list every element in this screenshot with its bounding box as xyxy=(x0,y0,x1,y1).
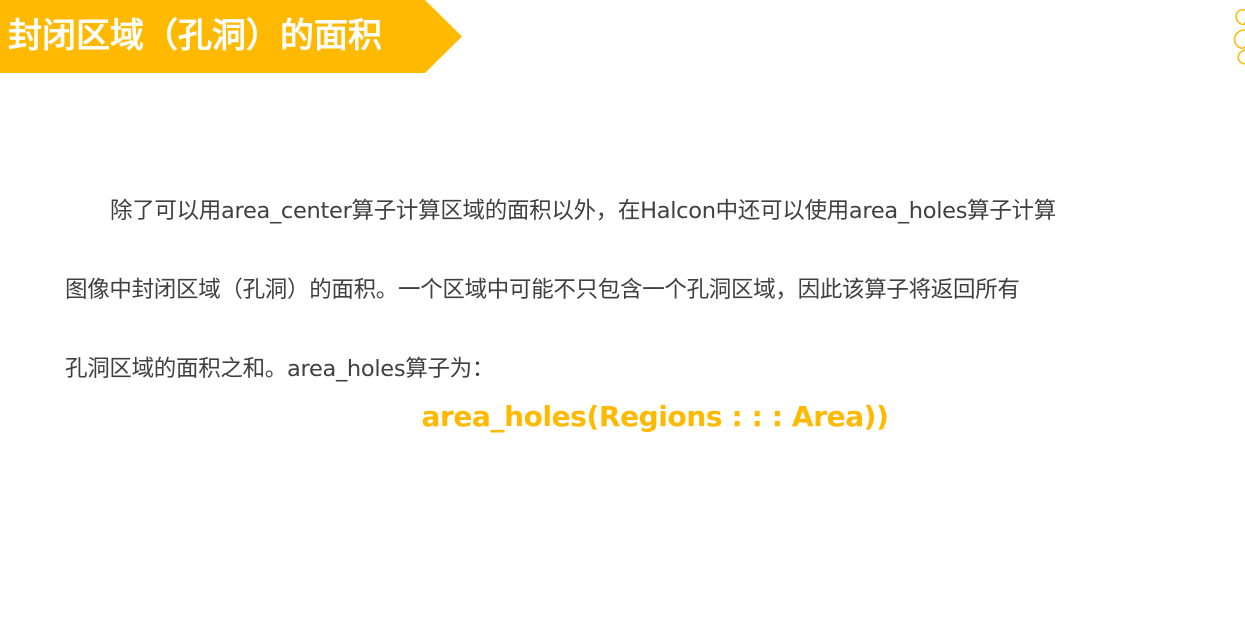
curl-ornament-icon xyxy=(1233,9,1245,65)
slide: 封闭区域（孔洞）的面积 除了可以用area_center算子计算区域的面积以外，… xyxy=(0,0,1245,636)
slide-title: 封闭区域（孔洞）的面积 xyxy=(8,16,382,56)
title-banner: 封闭区域（孔洞）的面积 xyxy=(0,0,462,73)
paragraph-line-2: 图像中封闭区域（孔洞）的面积。一个区域中可能不只包含一个孔洞区域，因此该算子将返… xyxy=(65,277,1020,303)
body-paragraph: 除了可以用area_center算子计算区域的面积以外，在Halcon中还可以使… xyxy=(65,172,1200,409)
paragraph-line-1: 除了可以用area_center算子计算区域的面积以外，在Halcon中还可以使… xyxy=(110,198,1056,224)
operator-signature: area_holes(Regions : : : Area)) xyxy=(421,400,889,433)
